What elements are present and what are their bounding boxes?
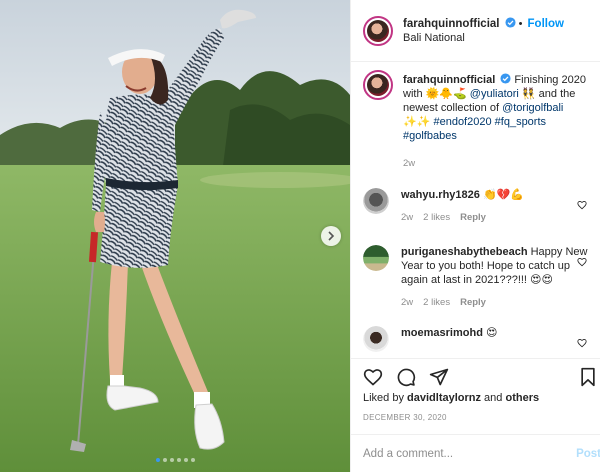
hashtag-link[interactable]: #endof2020 xyxy=(433,116,491,128)
comment-text: 😍 xyxy=(485,327,498,339)
post-date: DECEMBER 30, 2020 xyxy=(363,413,447,422)
chevron-right-icon xyxy=(328,231,335,241)
carousel-dot xyxy=(183,458,188,462)
comment-likes[interactable]: 2 likes xyxy=(423,296,450,310)
comment-age: 2w xyxy=(401,212,414,223)
comment-likes[interactable]: 2 likes xyxy=(423,211,450,225)
comment-item: moemasrimohd 😍 xyxy=(363,326,589,352)
avatar[interactable] xyxy=(363,70,393,100)
comment-item: puriganeshabythebeach Happy New Year to … xyxy=(363,245,589,310)
carousel-dot xyxy=(190,458,195,462)
post-location[interactable]: Bali National xyxy=(403,31,564,45)
post-actions xyxy=(351,358,600,388)
liked-by-others[interactable]: others xyxy=(505,392,539,404)
separator-dot: • xyxy=(518,17,523,30)
avatar[interactable] xyxy=(363,188,389,214)
carousel-dot xyxy=(162,458,167,462)
caption-age: 2w xyxy=(403,158,416,169)
carousel-indicator xyxy=(0,458,350,462)
mention-link[interactable]: @yuliatori xyxy=(470,88,519,100)
post-header: farahquinnofficial • Follow Bali Nationa… xyxy=(351,0,600,62)
add-comment-bar: Post xyxy=(351,434,600,472)
verified-icon xyxy=(505,16,516,28)
comment-username[interactable]: wahyu.rhy1826 xyxy=(401,189,480,201)
comment-item: wahyu.rhy1826 👏💔💪 2w 2 likes Reply xyxy=(363,188,589,225)
reply-button[interactable]: Reply xyxy=(460,211,486,225)
comment-input[interactable] xyxy=(363,447,563,460)
liked-by-prefix: Liked by xyxy=(363,392,408,404)
golf-photo-illustration xyxy=(0,0,350,472)
liked-by: Liked by davidltaylornz and others xyxy=(363,392,539,404)
comment-username[interactable]: moemasrimohd xyxy=(401,327,483,339)
caption-text: farahquinnofficial Finishing 2020 with 🌞… xyxy=(403,73,589,143)
caption: farahquinnofficial Finishing 2020 with 🌞… xyxy=(363,70,589,171)
caption-username[interactable]: farahquinnofficial xyxy=(403,74,495,86)
post-photo[interactable] xyxy=(0,0,350,472)
share-icon[interactable] xyxy=(429,367,449,387)
post-button[interactable]: Post xyxy=(576,448,600,460)
carousel-dot xyxy=(169,458,174,462)
hashtag-link[interactable]: #fq_sports xyxy=(495,116,546,128)
follow-button[interactable]: Follow xyxy=(528,18,564,30)
mention-link[interactable]: @torigolfbali xyxy=(502,102,563,114)
save-icon[interactable] xyxy=(579,367,597,387)
comment-icon[interactable] xyxy=(396,367,416,387)
caption-emoji: 👯 xyxy=(521,88,536,100)
comments-list[interactable]: farahquinnofficial Finishing 2020 with 🌞… xyxy=(351,62,600,358)
caption-emoji: ✨✨ xyxy=(403,116,431,128)
hashtag-link[interactable]: #golfbabes xyxy=(403,130,457,142)
post-side-panel: farahquinnofficial • Follow Bali Nationa… xyxy=(350,0,600,472)
avatar[interactable] xyxy=(363,245,389,271)
liked-by-user[interactable]: davidltaylornz xyxy=(407,392,481,404)
reply-button[interactable]: Reply xyxy=(460,296,486,310)
author-username[interactable]: farahquinnofficial xyxy=(403,18,499,30)
heart-icon[interactable] xyxy=(363,367,383,387)
liked-by-middle: and xyxy=(481,392,506,404)
comment-age: 2w xyxy=(401,297,414,308)
carousel-dot xyxy=(155,458,160,462)
caption-emoji: 🌞🐥⛳ xyxy=(425,88,467,100)
avatar[interactable] xyxy=(363,15,393,46)
heart-icon[interactable] xyxy=(577,200,587,210)
avatar[interactable] xyxy=(363,326,389,352)
heart-icon[interactable] xyxy=(577,338,587,348)
comment-username[interactable]: puriganeshabythebeach xyxy=(401,246,528,258)
verified-icon xyxy=(500,73,511,84)
comment-text: 👏💔💪 xyxy=(482,189,525,201)
heart-icon[interactable] xyxy=(577,257,587,267)
next-photo-button[interactable] xyxy=(321,226,341,246)
carousel-dot xyxy=(176,458,181,462)
